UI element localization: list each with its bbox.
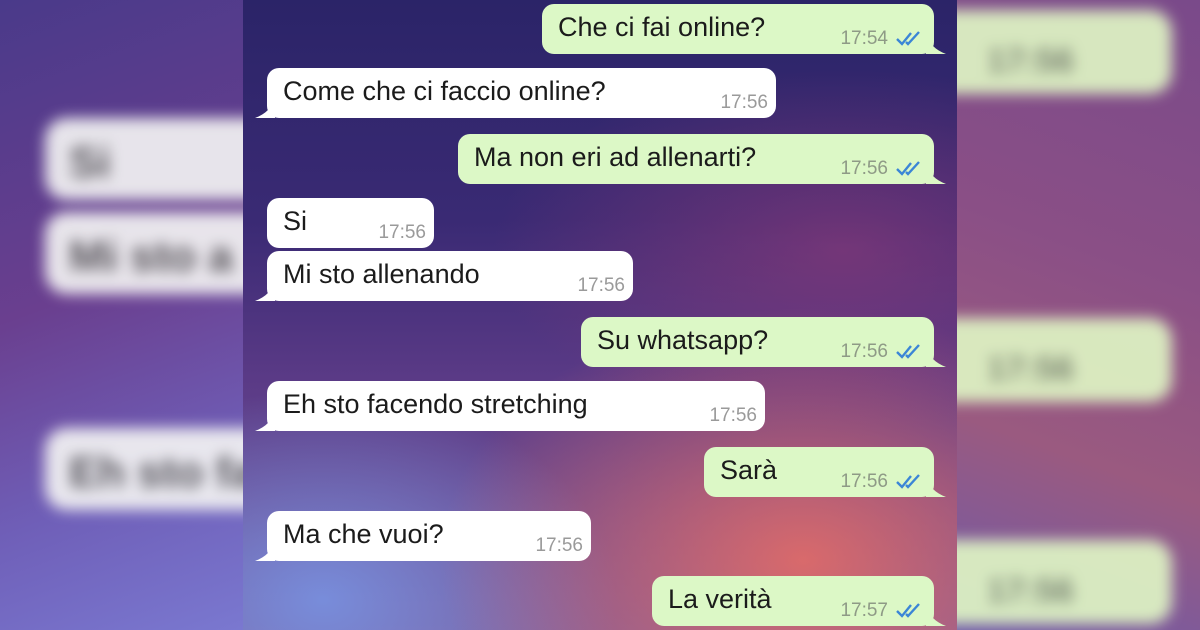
message-time: 17:56	[840, 341, 888, 362]
message-text: Che ci fai online?	[558, 12, 766, 42]
message-text: Eh sto facendo stretching	[283, 389, 588, 419]
blurred-text: Si	[69, 138, 111, 187]
blurred-bubble: Si	[45, 118, 243, 200]
blurred-bubble: 17:56	[957, 10, 1172, 94]
message-bubble-outgoing[interactable]: Su whatsapp? 17:56	[581, 317, 946, 367]
message-bubble-outgoing[interactable]: Ma non eri ad allenarti? 17:56	[458, 134, 946, 184]
bubble-tail	[926, 347, 946, 367]
message-text: Come che ci faccio online?	[283, 76, 606, 106]
message-bubble-incoming[interactable]: Come che ci faccio online? 17:56	[255, 68, 776, 118]
message-time: 17:54	[840, 28, 888, 49]
message-bubble-outgoing[interactable]: Sarà 17:56	[704, 447, 946, 497]
message-time: 17:56	[720, 92, 768, 113]
chat-conversation[interactable]: Che ci fai online? 17:54 Come che ci fac…	[243, 0, 957, 630]
message-bubble-outgoing[interactable]: La verità 17:57	[652, 576, 946, 626]
blurred-text: Mi sto a	[69, 232, 233, 281]
blurred-text: 17:56	[987, 42, 1074, 80]
bubble-tail	[255, 541, 275, 561]
message-bubble-outgoing[interactable]: Che ci fai online? 17:54	[542, 4, 946, 54]
double-check-icon	[896, 161, 920, 176]
message-text: Ma non eri ad allenarti?	[474, 142, 757, 172]
blurred-bubble: 17:56	[957, 540, 1172, 624]
message-time: 17:56	[840, 158, 888, 179]
bubble-tail	[255, 98, 275, 118]
double-check-icon	[896, 31, 920, 46]
bubble-tail	[926, 164, 946, 184]
double-check-icon	[896, 603, 920, 618]
message-text: Sarà	[720, 455, 778, 485]
message-bubble-incoming[interactable]: Mi sto allenando 17:56	[255, 251, 633, 301]
message-time: 17:56	[378, 222, 426, 243]
blurred-bubble: Eh sto fa	[45, 428, 243, 510]
double-check-icon	[896, 344, 920, 359]
message-time: 17:56	[840, 471, 888, 492]
bubble-tail	[255, 411, 275, 431]
double-check-icon	[896, 474, 920, 489]
blurred-text: Eh sto fa	[69, 448, 243, 497]
message-text: Ma che vuoi?	[283, 519, 444, 549]
bubble-tail	[255, 281, 275, 301]
message-time: 17:56	[577, 275, 625, 296]
blurred-bubble: Mi sto a	[45, 212, 243, 294]
blurred-text: 17:56	[987, 572, 1074, 610]
message-time: 17:57	[840, 600, 888, 621]
message-bubble-incoming[interactable]: Eh sto facendo stretching 17:56	[255, 381, 765, 431]
bubble-tail	[926, 34, 946, 54]
message-bubble-incoming[interactable]: Si 17:56	[267, 198, 434, 248]
blurred-background-left: Si Mi sto a Eh sto fa	[0, 0, 243, 630]
message-time: 17:56	[709, 405, 757, 426]
message-bubble-incoming[interactable]: Ma che vuoi? 17:56	[255, 511, 591, 561]
blurred-background-right: 17:56 17:56 17:56	[957, 0, 1200, 630]
blurred-text: 17:56	[987, 350, 1074, 388]
bubble-tail	[926, 606, 946, 626]
message-text: Su whatsapp?	[597, 325, 769, 355]
blurred-bubble: 17:56	[957, 318, 1172, 402]
bubble-tail	[926, 477, 946, 497]
message-text: La verità	[668, 584, 772, 614]
message-text: Si	[283, 206, 308, 236]
message-time: 17:56	[535, 535, 583, 556]
message-text: Mi sto allenando	[283, 259, 480, 289]
